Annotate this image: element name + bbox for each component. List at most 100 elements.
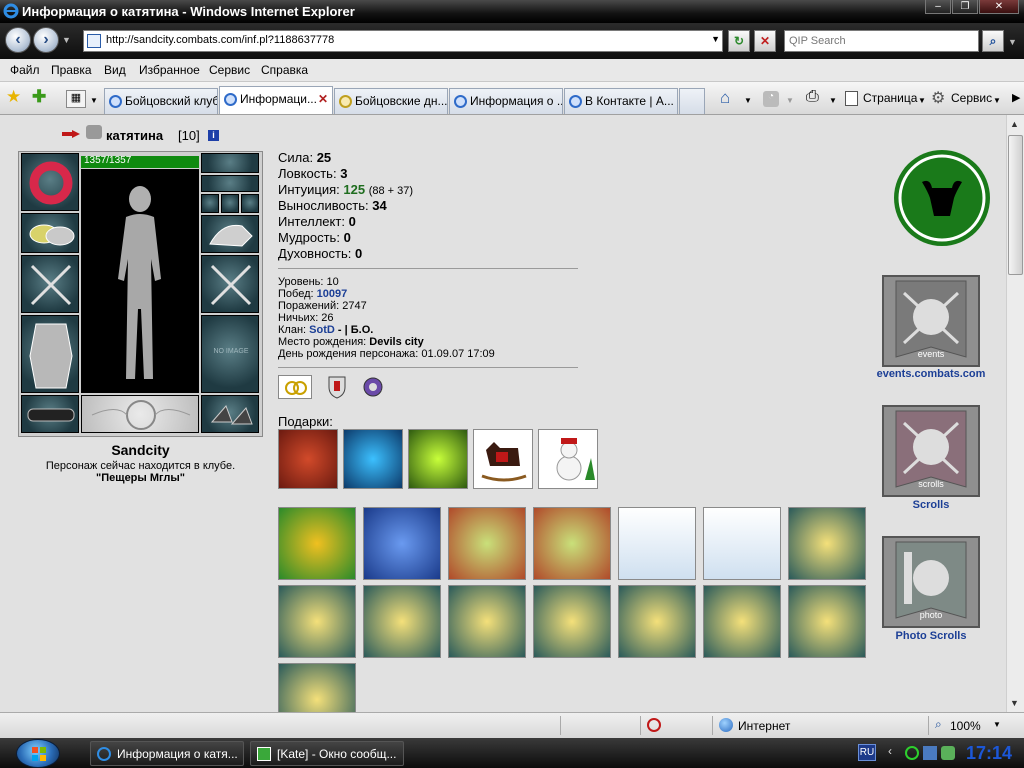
mushroom-gift[interactable] [343,429,403,489]
belt-slot[interactable] [21,395,79,433]
print-icon[interactable]: ⎙ [806,88,819,106]
tray-expand-icon[interactable]: ‹ [888,744,892,758]
gloves-slot[interactable] [201,215,259,253]
menu-edit[interactable]: Правка [51,63,92,77]
menu-help[interactable]: Справка [261,63,308,77]
search-options-icon[interactable]: ▼ [1008,37,1017,47]
url-text[interactable]: http://sandcity.combats.com/inf.pl?11886… [106,34,334,46]
scroll-up-icon[interactable]: ▲ [1010,119,1019,129]
arrow-right-icon[interactable] [62,127,80,138]
tab-combats-club[interactable]: Бойцовский клуб [104,88,218,114]
scrolls-link[interactable]: Scrolls [866,499,996,511]
url-dropdown-icon[interactable]: ▼ [711,34,720,44]
gift-item[interactable] [533,507,611,580]
snowman-gift[interactable] [538,429,598,489]
clan-link[interactable]: SotD [309,324,335,336]
zoom-dropdown-icon[interactable]: ▼ [993,720,1001,729]
ring-slot-1[interactable] [201,194,219,213]
tools-menu-label[interactable]: Сервис [951,91,992,105]
print-dropdown-icon[interactable]: ▼ [829,96,837,105]
wins-link[interactable]: 10097 [317,288,348,300]
gem-gift[interactable] [408,429,468,489]
ring-slot-3[interactable] [241,194,259,213]
menu-tools[interactable]: Сервис [209,63,250,77]
tab-close-icon[interactable]: ✕ [318,92,328,106]
zoom-icon[interactable]: ⌕ [935,717,942,732]
info-icon[interactable]: i [208,130,219,141]
home-dropdown-icon[interactable]: ▼ [744,96,752,105]
menu-view[interactable]: Вид [104,63,126,77]
qip-status-icon[interactable] [905,746,919,760]
address-field[interactable]: http://sandcity.combats.com/inf.pl?11886… [83,30,723,52]
gift-item[interactable] [703,585,781,658]
zoom-level[interactable]: 100% [950,719,981,733]
gift-item[interactable] [533,585,611,658]
history-dropdown-icon[interactable]: ▼ [62,35,71,45]
photo-scrolls-banner-icon[interactable]: photo [882,536,980,628]
forward-button[interactable]: › [33,27,59,53]
events-banner-icon[interactable]: events [882,275,980,367]
ring-slot-2[interactable] [221,194,239,213]
tab-list-dropdown-icon[interactable]: ▼ [90,96,98,105]
home-icon[interactable]: ⌂ [720,88,730,108]
feeds-dropdown-icon[interactable]: ▼ [786,96,794,105]
minimize-button[interactable]: – [925,0,951,14]
boots-slot[interactable] [201,395,259,433]
network-icon[interactable] [923,746,937,760]
rocking-horse-gift[interactable] [473,429,533,489]
feeds-icon[interactable]: ◔ [763,91,779,107]
start-button[interactable] [16,739,60,768]
crest-badge-icon[interactable] [362,375,384,399]
task-qip[interactable]: [Kate] - Окно сообщ... [250,741,404,766]
new-tab-button[interactable] [679,88,705,114]
scroll-thumb[interactable] [1008,135,1023,275]
page-dropdown-icon[interactable]: ▼ [918,96,926,105]
shield-badge-icon[interactable] [327,375,347,399]
weapon-left-slot[interactable] [21,255,79,313]
gift-item[interactable] [448,585,526,658]
gift-item[interactable] [363,507,441,580]
cloak-gift[interactable] [278,429,338,489]
pants-slot[interactable]: NO IMAGE [201,315,259,393]
gift-item[interactable] [363,585,441,658]
back-button[interactable]: ‹ [5,27,31,53]
quick-tabs-icon[interactable]: ▦ [66,90,86,108]
add-favorite-icon[interactable]: ✚ [32,87,46,107]
stop-button[interactable]: ✕ [754,30,776,52]
bracer-slot[interactable] [21,213,79,253]
gift-item[interactable] [618,507,696,580]
page-menu-label[interactable]: Страница [863,91,917,105]
amulet-slot[interactable] [201,175,259,192]
language-indicator[interactable]: RU [858,744,876,761]
scroll-down-icon[interactable]: ▼ [1010,698,1019,708]
task-ie[interactable]: Информация о катя... [90,741,244,766]
page-menu-icon[interactable] [845,91,858,106]
tab-info-2[interactable]: Информация о ... [449,88,563,114]
earring-slot[interactable] [201,153,259,173]
tools-dropdown-icon[interactable]: ▼ [993,96,1001,105]
helmet-slot[interactable] [21,153,79,211]
rings-badge-icon[interactable] [278,375,312,399]
gift-item[interactable] [788,585,866,658]
gift-item[interactable] [278,585,356,658]
gift-item[interactable] [278,663,356,712]
search-icon[interactable]: ⌕ [982,30,1004,52]
tab-combat-days[interactable]: Бойцовские дн... [334,88,448,114]
chevron-right-icon[interactable]: ▶ [1012,91,1020,104]
menu-file[interactable]: Файл [10,63,40,77]
vertical-scrollbar[interactable]: ▲ ▼ [1006,115,1024,712]
weapon-right-slot[interactable] [201,255,259,313]
tab-info-active[interactable]: Информаци... ✕ [219,86,333,114]
gear-icon[interactable]: ⚙ [931,88,945,108]
search-input[interactable]: QIP Search [784,30,979,52]
favorites-star-icon[interactable]: ★ [6,87,21,107]
close-button[interactable]: ✕ [979,0,1019,14]
gift-item[interactable] [703,507,781,580]
gift-item[interactable] [618,585,696,658]
refresh-button[interactable]: ↻ [728,30,750,52]
gift-item[interactable] [788,507,866,580]
tray-app-icon[interactable] [941,746,955,760]
bull-logo-icon[interactable] [892,148,992,248]
scrolls-banner-icon[interactable]: scrolls [882,405,980,497]
menu-favorites[interactable]: Избранное [139,63,200,77]
